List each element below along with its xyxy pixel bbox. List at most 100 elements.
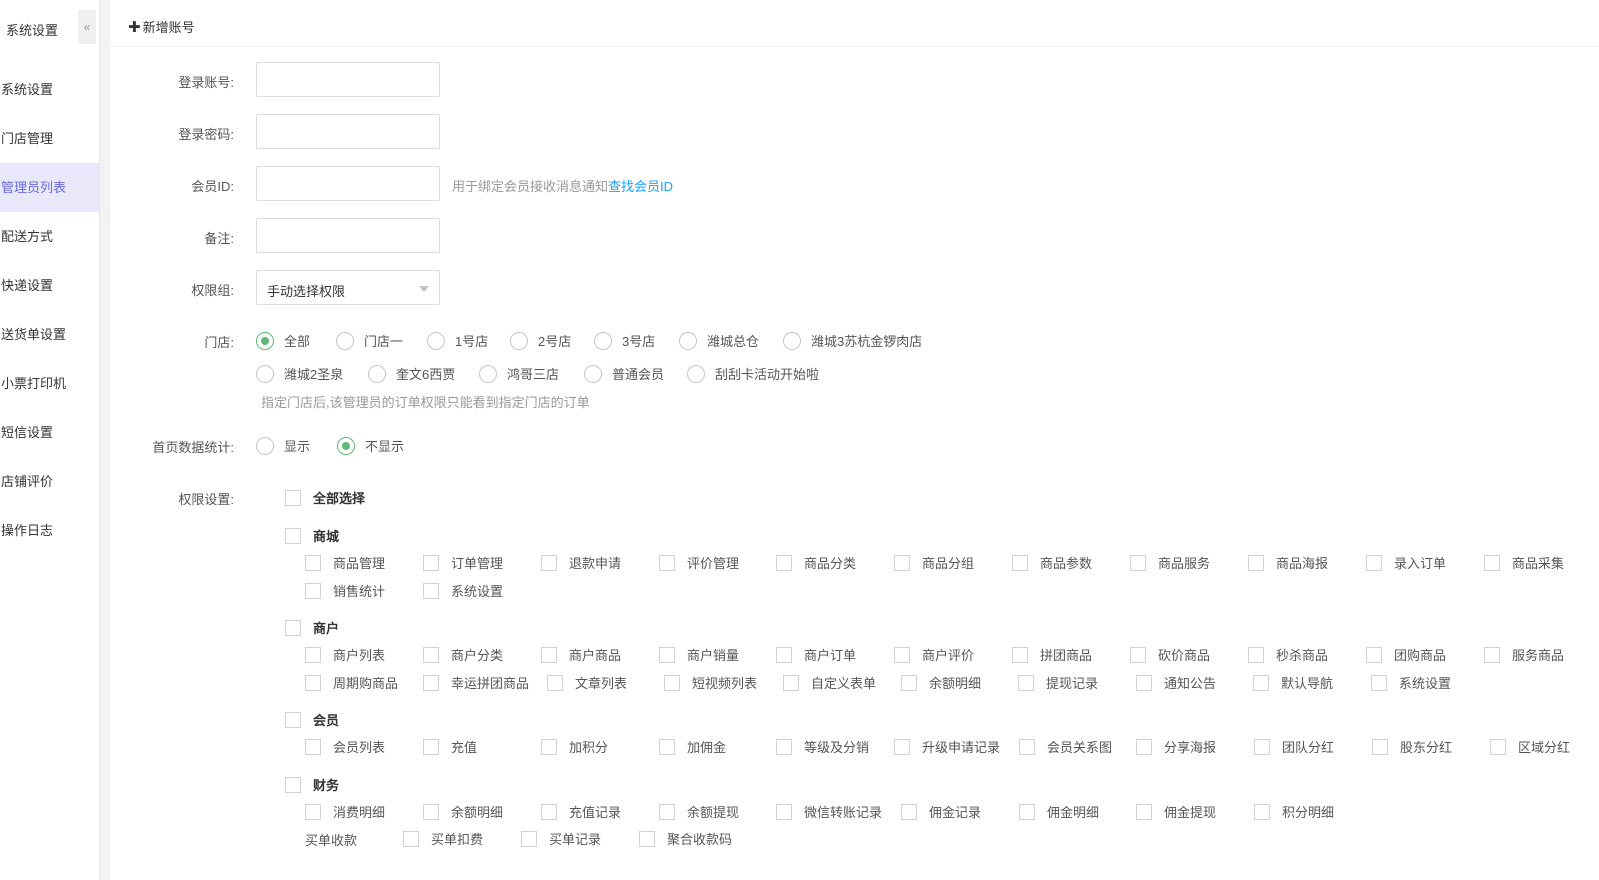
permission-checkbox[interactable]: 充值 — [423, 737, 477, 756]
permission-checkbox[interactable]: 商户列表 — [305, 645, 385, 664]
home-stats-radio[interactable]: 不显示 — [337, 436, 404, 455]
sidebar-item[interactable]: 小票打印机 — [0, 359, 99, 408]
permission-checkbox[interactable]: 买单扣费 — [403, 829, 483, 848]
store-radio[interactable]: 刮刮卡活动开始啦 — [687, 364, 819, 383]
add-account-tab[interactable]: ✚ 新增账号 — [128, 17, 195, 36]
permission-checkbox[interactable]: 佣金提现 — [1136, 802, 1216, 821]
permission-checkbox[interactable]: 商品分类 — [776, 553, 856, 572]
permission-checkbox[interactable]: 充值记录 — [541, 802, 621, 821]
store-radio[interactable]: 鸿哥三店 — [479, 364, 559, 383]
permission-checkbox[interactable]: 佣金明细 — [1019, 802, 1099, 821]
store-radio[interactable]: 门店一 — [336, 331, 403, 350]
permission-checkbox[interactable]: 商品管理 — [305, 553, 385, 572]
permission-checkbox[interactable]: 商户商品 — [541, 645, 621, 664]
permission-checkbox[interactable]: 消费明细 — [305, 802, 385, 821]
store-radio[interactable]: 普通会员 — [584, 364, 664, 383]
remark-input[interactable] — [256, 218, 440, 253]
permission-checkbox[interactable]: 幸运拼团商品 — [423, 673, 529, 692]
permission-checkbox[interactable]: 商品参数 — [1012, 553, 1092, 572]
permission-checkbox[interactable]: 区域分红 — [1490, 737, 1570, 756]
store-radio[interactable]: 潍城总仓 — [679, 331, 759, 350]
permission-checkbox[interactable]: 积分明细 — [1254, 802, 1334, 821]
permission-checkbox[interactable]: 录入订单 — [1366, 553, 1446, 572]
permission-checkbox[interactable]: 商户订单 — [776, 645, 856, 664]
permission-checkbox[interactable]: 商品海报 — [1248, 553, 1328, 572]
permission-checkbox[interactable]: 通知公告 — [1136, 673, 1216, 692]
checkbox-icon — [423, 674, 439, 691]
permission-checkbox[interactable]: 周期购商品 — [305, 673, 398, 692]
sidebar-item[interactable]: 店铺评价 — [0, 457, 99, 506]
permission-checkbox[interactable]: 秒杀商品 — [1248, 645, 1328, 664]
sidebar-item[interactable]: 送货单设置 — [0, 310, 99, 359]
permission-checkbox[interactable]: 默认导航 — [1253, 673, 1333, 692]
permission-checkbox[interactable]: 提现记录 — [1018, 673, 1098, 692]
permission-checkbox[interactable]: 短视频列表 — [664, 673, 757, 692]
permission-group-checkbox[interactable]: 商户 — [285, 618, 339, 637]
permission-checkbox[interactable]: 加积分 — [541, 737, 608, 756]
permission-group-checkbox[interactable]: 商城 — [285, 526, 339, 545]
permission-checkbox[interactable]: 拼团商品 — [1012, 645, 1092, 664]
permission-checkbox[interactable]: 商品分组 — [894, 553, 974, 572]
password-input[interactable] — [256, 114, 440, 149]
sidebar-item[interactable]: 快递设置 — [0, 261, 99, 310]
permission-checkbox[interactable]: 团购商品 — [1366, 645, 1446, 664]
store-label: 门店: — [204, 335, 234, 350]
permission-checkbox[interactable]: 商户分类 — [423, 645, 503, 664]
permission-checkbox[interactable]: 砍价商品 — [1130, 645, 1210, 664]
account-input[interactable] — [256, 62, 440, 97]
home-stats-radio[interactable]: 显示 — [256, 436, 310, 455]
permission-checkbox[interactable]: 系统设置 — [1371, 673, 1451, 692]
store-radio[interactable]: 3号店 — [594, 331, 655, 350]
permission-checkbox[interactable]: 团队分红 — [1254, 737, 1334, 756]
permission-checkbox[interactable]: 升级申请记录 — [894, 737, 1000, 756]
sidebar-item[interactable]: 门店管理 — [0, 114, 99, 163]
permission-checkbox[interactable]: 评价管理 — [659, 553, 739, 572]
permission-checkbox[interactable]: 会员关系图 — [1019, 737, 1112, 756]
permission-checkbox[interactable]: 买单记录 — [521, 829, 601, 848]
select-all-checkbox[interactable]: 全部选择 — [285, 488, 365, 507]
permission-checkbox[interactable]: 分享海报 — [1136, 737, 1216, 756]
permission-checkbox[interactable]: 余额明细 — [423, 802, 503, 821]
permission-checkbox[interactable]: 商品服务 — [1130, 553, 1210, 572]
permission-group-checkbox[interactable]: 会员 — [285, 710, 339, 729]
permission-checkbox[interactable]: 佣金记录 — [901, 802, 981, 821]
permission-checkbox[interactable]: 服务商品 — [1484, 645, 1564, 664]
store-radio[interactable]: 潍城3苏杭金锣肉店 — [783, 331, 922, 350]
checkbox-label: 商品分类 — [804, 556, 857, 571]
permission-checkbox[interactable]: 订单管理 — [423, 553, 503, 572]
permission-group-checkbox[interactable]: 财务 — [285, 775, 339, 794]
sidebar-item[interactable]: 短信设置 — [0, 408, 99, 457]
store-radio[interactable]: 2号店 — [510, 331, 571, 350]
permission-checkbox[interactable]: 聚合收款码 — [639, 829, 732, 848]
sidebar-item[interactable]: 操作日志 — [0, 506, 99, 555]
store-radio[interactable]: 奎文6西贾 — [368, 364, 455, 383]
permission-checkbox[interactable]: 余额明细 — [901, 673, 981, 692]
checkbox-icon — [1484, 646, 1500, 663]
sidebar-item[interactable]: 系统设置 — [0, 65, 99, 114]
permission-checkbox[interactable]: 微信转账记录 — [776, 802, 882, 821]
collapse-icon[interactable]: « — [78, 10, 96, 44]
store-radio[interactable]: 1号店 — [427, 331, 488, 350]
find-member-id-link[interactable]: 查找会员ID — [608, 179, 673, 194]
permission-checkbox[interactable]: 销售统计 — [305, 581, 385, 600]
sidebar-item[interactable]: 管理员列表 — [0, 163, 99, 212]
permission-checkbox[interactable]: 系统设置 — [423, 581, 503, 600]
store-radio[interactable]: 全部 — [256, 331, 310, 350]
permission-checkbox[interactable]: 退款申请 — [541, 553, 621, 572]
member-id-input[interactable] — [256, 166, 440, 201]
permission-checkbox[interactable]: 加佣金 — [659, 737, 726, 756]
permission-checkbox[interactable]: 会员列表 — [305, 737, 385, 756]
permission-checkbox[interactable]: 文章列表 — [547, 673, 627, 692]
permission-checkbox[interactable]: 商户销量 — [659, 645, 739, 664]
sidebar-item[interactable]: 配送方式 — [0, 212, 99, 261]
permission-checkbox[interactable]: 余额提现 — [659, 802, 739, 821]
permission-checkbox[interactable]: 商户评价 — [894, 645, 974, 664]
permission-checkbox[interactable]: 自定义表单 — [783, 673, 876, 692]
checkbox-icon — [1254, 738, 1270, 755]
store-radio[interactable]: 潍城2圣泉 — [256, 364, 343, 383]
permission-checkbox[interactable]: 股东分红 — [1372, 737, 1452, 756]
perm-group-select[interactable]: 手动选择权限 — [256, 270, 440, 305]
permission-checkbox[interactable]: 商品采集 — [1484, 553, 1564, 572]
checkbox-label: 商品采集 — [1512, 556, 1565, 571]
permission-checkbox[interactable]: 等级及分销 — [776, 737, 869, 756]
